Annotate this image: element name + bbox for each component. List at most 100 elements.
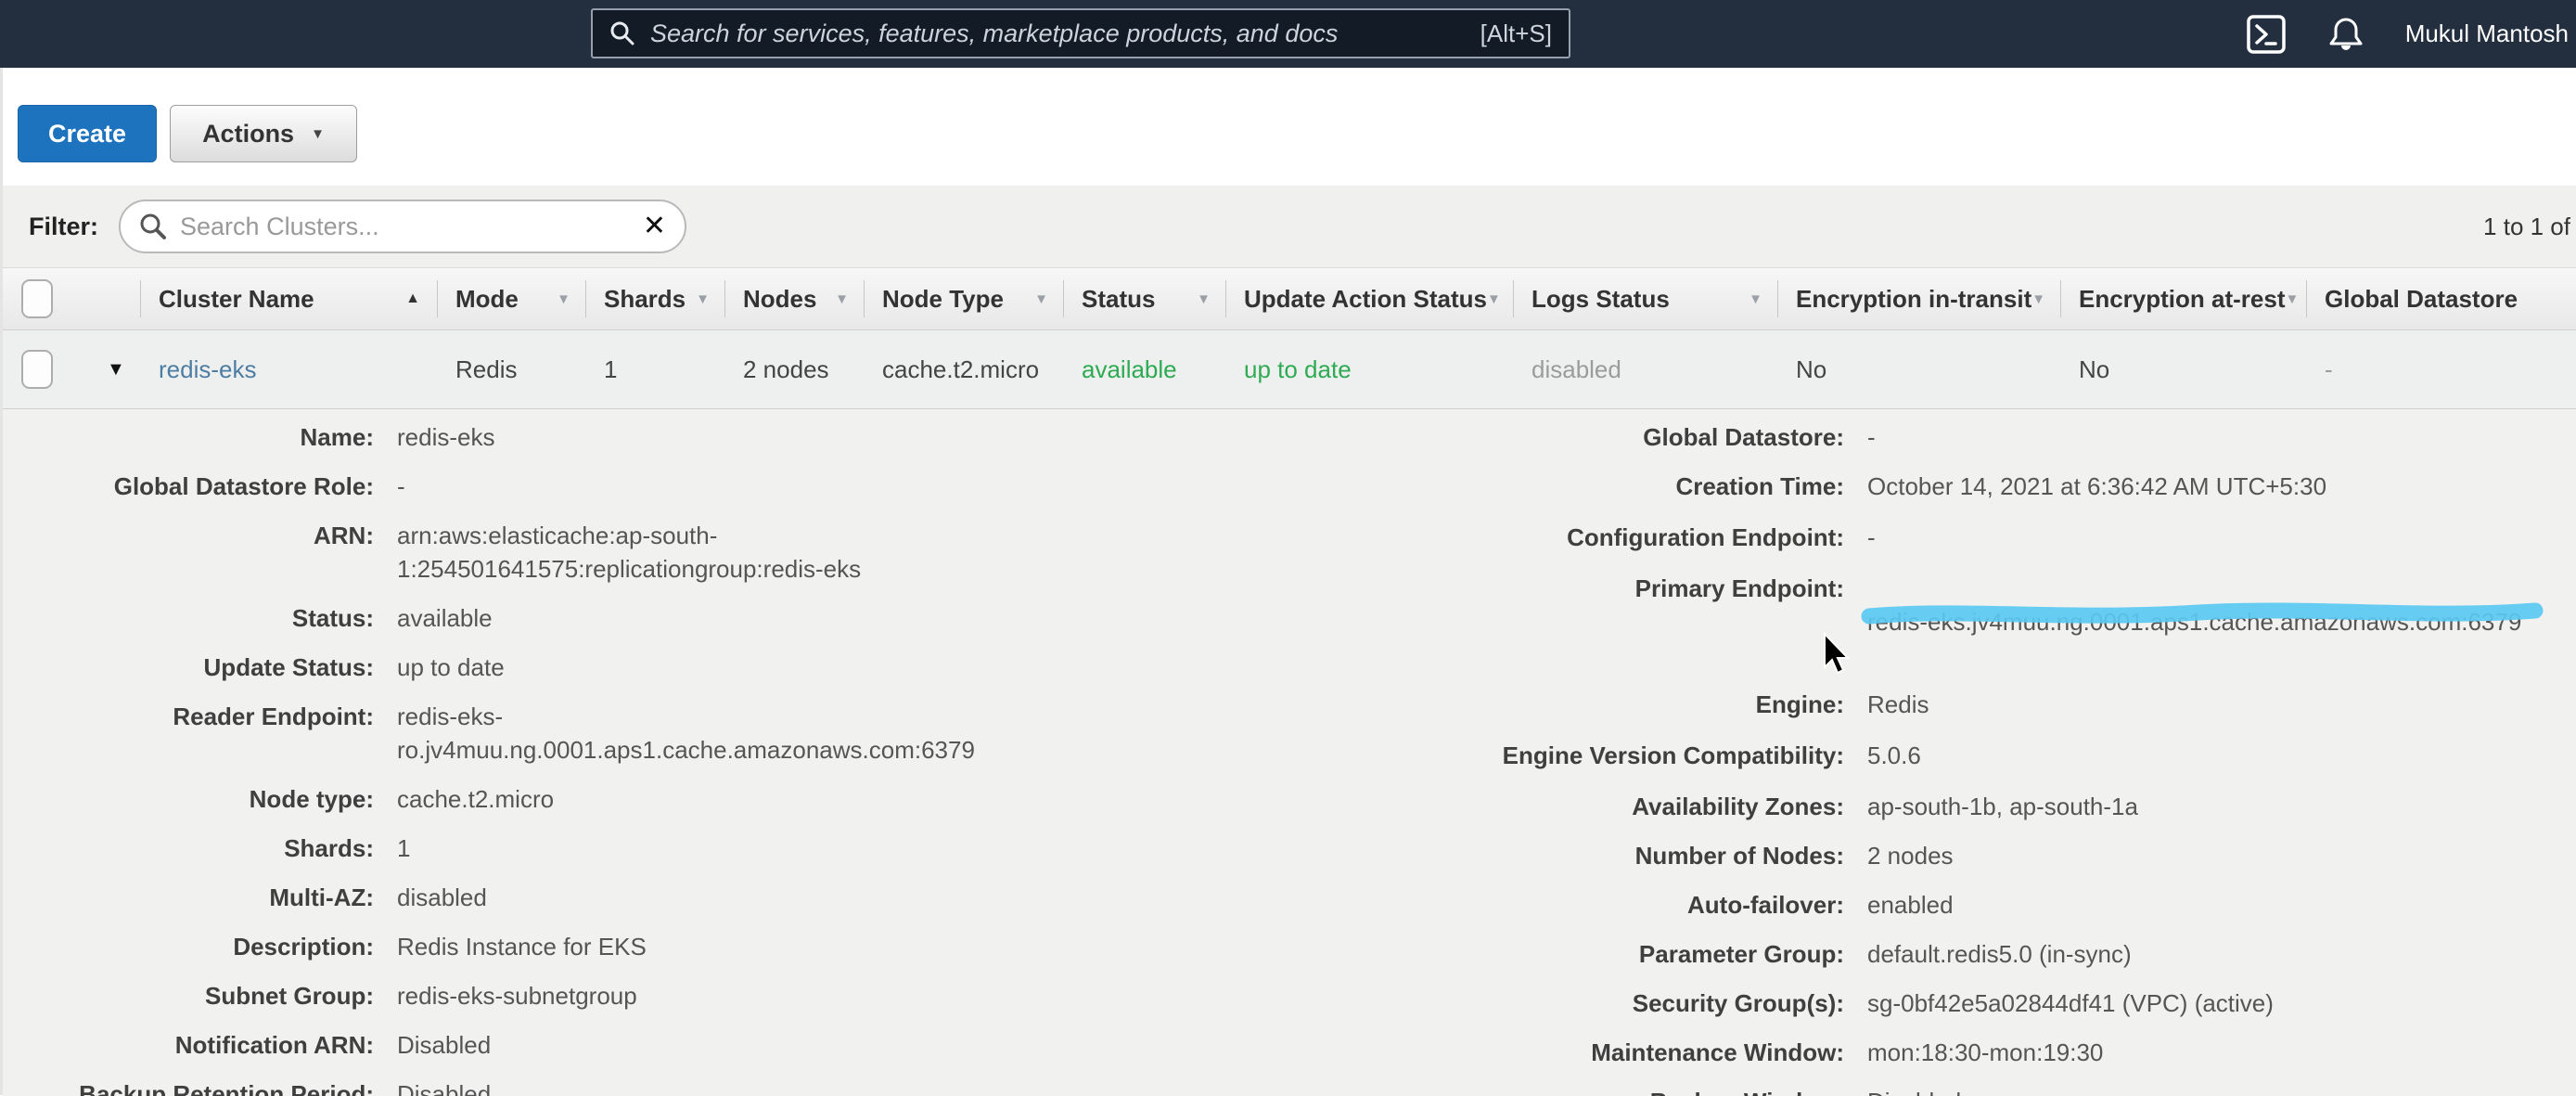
row-expander[interactable]: ▼ bbox=[71, 330, 140, 408]
actions-dropdown-button[interactable]: Actions ▼ bbox=[170, 105, 357, 162]
cluster-details-panel: Name: redis-eks Global Datastore Role: - A… bbox=[3, 408, 2576, 1096]
detail-value: cache.t2.micro bbox=[397, 782, 554, 816]
detail-value: disabled bbox=[397, 881, 487, 914]
chevron-down-icon: ▼ bbox=[311, 126, 325, 142]
cloudshell-icon[interactable] bbox=[2246, 14, 2287, 55]
column-label: Mode bbox=[455, 285, 519, 314]
detail-label: Creation Time: bbox=[1431, 470, 1844, 503]
detail-value: October 14, 2021 at 6:36:42 AM UTC+5:30 bbox=[1867, 470, 2326, 503]
detail-label: Maintenance Window: bbox=[1431, 1036, 1844, 1069]
column-label: Update Action Status bbox=[1244, 285, 1487, 314]
clear-filter-icon[interactable]: ✕ bbox=[643, 213, 666, 240]
detail-value: arn:aws:elasticache:ap-south- 1:25450164… bbox=[397, 519, 861, 586]
cell-logs-status: disabled bbox=[1513, 330, 1777, 408]
cell-global-datastore: - bbox=[2306, 330, 2576, 408]
detail-label: Node type: bbox=[3, 782, 374, 816]
cell-update-action-status: up to date bbox=[1225, 330, 1513, 408]
detail-label: Configuration Endpoint: bbox=[1431, 521, 1844, 554]
column-label: Encryption at-rest bbox=[2079, 285, 2286, 314]
column-header-encryption-in-transit[interactable]: Encryption in-transit ▼ bbox=[1777, 268, 2060, 329]
column-menu-icon[interactable]: ▼ bbox=[2031, 291, 2045, 307]
column-label: Logs Status bbox=[1532, 285, 1670, 314]
row-checkbox[interactable] bbox=[21, 350, 53, 389]
detail-label: Reader Endpoint: bbox=[3, 700, 374, 767]
detail-label: Backup Retention Period: bbox=[3, 1077, 374, 1096]
detail-value: mon:18:30-mon:19:30 bbox=[1867, 1036, 2103, 1069]
cluster-name-link[interactable]: redis-eks bbox=[159, 355, 256, 384]
column-header-update-action-status[interactable]: Update Action Status ▼ bbox=[1225, 268, 1513, 329]
global-search-input[interactable]: Search for services, features, marketpla… bbox=[591, 8, 1570, 58]
detail-label: Availability Zones: bbox=[1431, 790, 1844, 823]
column-menu-icon[interactable]: ▼ bbox=[696, 291, 710, 307]
column-header-status[interactable]: Status ▼ bbox=[1063, 268, 1225, 329]
filter-bar: Filter: Search Clusters... ✕ 1 to 1 of bbox=[3, 186, 2576, 267]
select-all-checkbox[interactable] bbox=[21, 279, 53, 318]
cluster-toolbar: Create Actions ▼ bbox=[3, 68, 2576, 186]
cell-shards: 1 bbox=[585, 330, 724, 408]
detail-label: Parameter Group: bbox=[1431, 937, 1844, 971]
column-header-logs-status[interactable]: Logs Status ▼ bbox=[1513, 268, 1777, 329]
detail-value: Disabled bbox=[1867, 1085, 1961, 1096]
notifications-bell-icon[interactable] bbox=[2327, 15, 2365, 54]
create-button[interactable]: Create bbox=[18, 105, 157, 162]
detail-value: 5.0.6 bbox=[1867, 739, 1921, 772]
column-label: Global Datastore bbox=[2325, 285, 2518, 314]
column-menu-icon[interactable]: ▼ bbox=[2286, 291, 2300, 307]
cell-encryption-at-rest: No bbox=[2060, 330, 2306, 408]
detail-label: Engine Version Compatibility: bbox=[1431, 739, 1844, 772]
aws-top-navigation: Search for services, features, marketpla… bbox=[0, 0, 2576, 68]
column-header-nodes[interactable]: Nodes ▼ bbox=[724, 268, 864, 329]
column-header-cluster-name[interactable]: Cluster Name ▲ bbox=[140, 268, 437, 329]
detail-value: redis-eks.jv4muu.ng.0001.aps1.cache.amaz… bbox=[1867, 608, 2521, 636]
column-menu-icon[interactable]: ▼ bbox=[557, 291, 570, 307]
cell-nodes: 2 nodes bbox=[724, 330, 864, 408]
elasticache-clusters-page: Create Actions ▼ Filter: Search Clusters… bbox=[0, 68, 2576, 1095]
detail-value: - bbox=[1867, 420, 1876, 454]
column-label: Status bbox=[1082, 285, 1155, 314]
detail-label: Backup Window: bbox=[1431, 1085, 1844, 1096]
detail-value: Disabled bbox=[397, 1077, 491, 1096]
column-header-node-type[interactable]: Node Type ▼ bbox=[864, 268, 1063, 329]
detail-label: Number of Nodes: bbox=[1431, 839, 1844, 872]
column-label: Nodes bbox=[743, 285, 816, 314]
detail-label: Notification ARN: bbox=[3, 1028, 374, 1062]
pagination-range: 1 to 1 of bbox=[2483, 186, 2570, 267]
primary-endpoint-value: redis-eks.jv4muu.ng.0001.aps1.cache.amaz… bbox=[1867, 572, 2521, 672]
filter-label: Filter: bbox=[29, 213, 98, 241]
clusters-table-header: Cluster Name ▲ Mode ▼ Shards ▼ Nodes ▼ N… bbox=[3, 267, 2576, 330]
cluster-search-input[interactable]: Search Clusters... ✕ bbox=[119, 200, 686, 253]
account-menu[interactable]: Mukul Mantosh bbox=[2405, 19, 2569, 48]
detail-label: Engine: bbox=[1431, 688, 1844, 721]
detail-label: Shards: bbox=[3, 832, 374, 865]
column-label: Node Type bbox=[882, 285, 1004, 314]
column-menu-icon[interactable]: ▼ bbox=[1749, 291, 1762, 307]
detail-label: ARN: bbox=[3, 519, 374, 586]
search-icon bbox=[609, 20, 635, 46]
detail-label: Global Datastore Role: bbox=[3, 470, 374, 503]
detail-label: Multi-AZ: bbox=[3, 881, 374, 914]
detail-label: Status: bbox=[3, 601, 374, 635]
column-header-shards[interactable]: Shards ▼ bbox=[585, 268, 724, 329]
column-menu-icon[interactable]: ▼ bbox=[1487, 291, 1501, 307]
column-menu-icon[interactable]: ▼ bbox=[1034, 291, 1048, 307]
detail-label: Description: bbox=[3, 930, 374, 963]
column-menu-icon[interactable]: ▼ bbox=[835, 291, 849, 307]
column-header-global-datastore[interactable]: Global Datastore bbox=[2306, 268, 2576, 329]
column-header-mode[interactable]: Mode ▼ bbox=[437, 268, 585, 329]
sort-ascending-icon: ▲ bbox=[405, 290, 420, 307]
detail-label: Auto-failover: bbox=[1431, 888, 1844, 922]
detail-value: redis-eks bbox=[397, 420, 494, 454]
detail-value: 2 nodes bbox=[1867, 839, 1954, 872]
detail-label: Global Datastore: bbox=[1431, 420, 1844, 454]
cell-encryption-in-transit: No bbox=[1777, 330, 2060, 408]
column-menu-icon[interactable]: ▼ bbox=[1197, 291, 1211, 307]
column-label: Cluster Name bbox=[159, 285, 314, 314]
detail-label: Subnet Group: bbox=[3, 979, 374, 1012]
detail-value: redis-eks-subnetgroup bbox=[397, 979, 637, 1012]
detail-value: sg-0bf42e5a02844df41 (VPC) (active) bbox=[1867, 986, 2274, 1020]
column-header-encryption-at-rest[interactable]: Encryption at-rest ▼ bbox=[2060, 268, 2306, 329]
global-search-placeholder: Search for services, features, marketpla… bbox=[650, 19, 1480, 48]
detail-value: redis-eks- ro.jv4muu.ng.0001.aps1.cache.… bbox=[397, 700, 975, 767]
detail-label: Name: bbox=[3, 420, 374, 454]
detail-value: available bbox=[397, 601, 493, 635]
